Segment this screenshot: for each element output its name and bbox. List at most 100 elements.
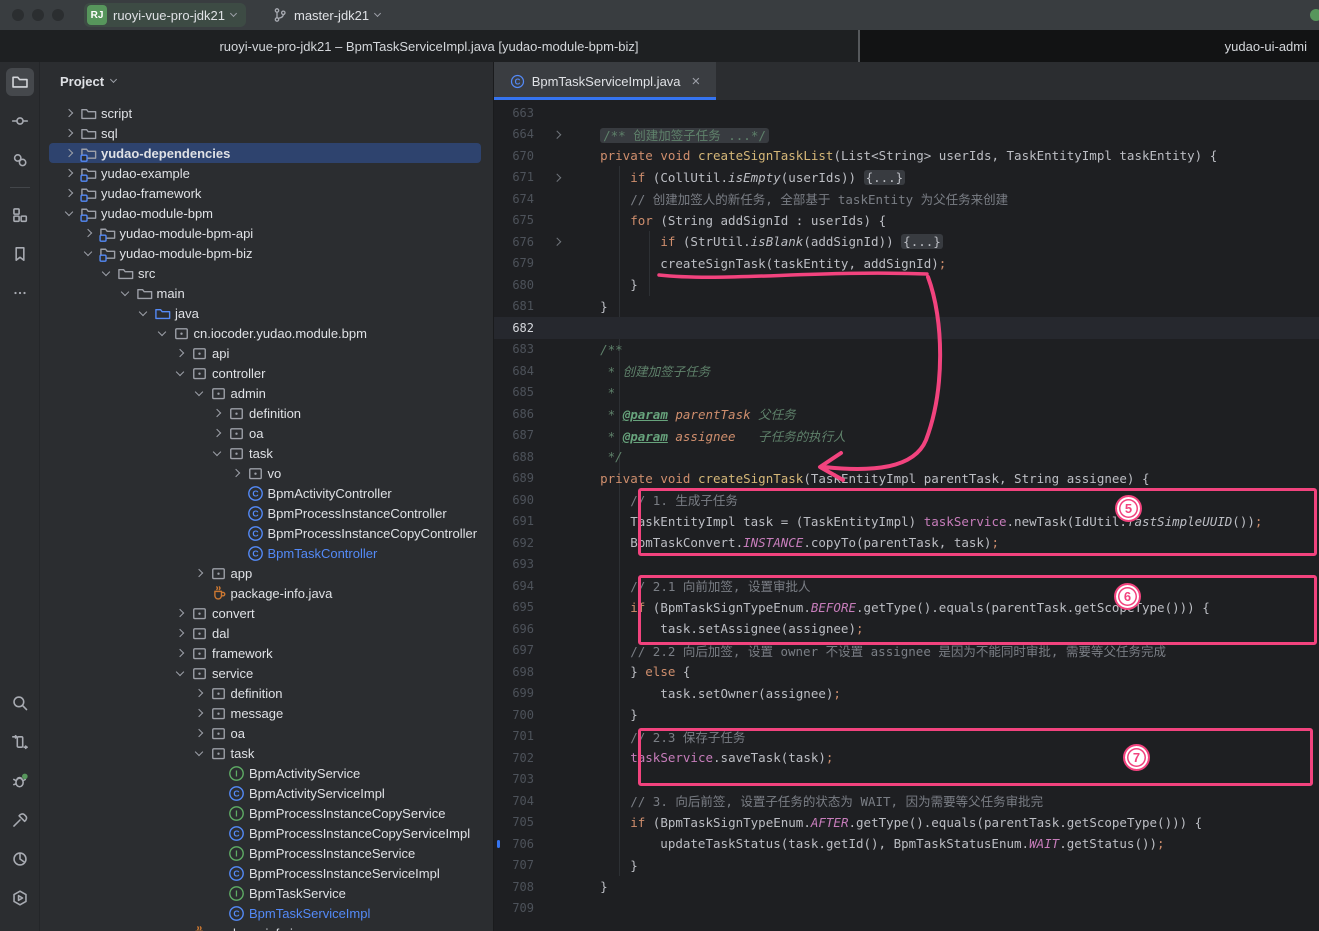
tree-item-definition[interactable]: definition (40, 683, 493, 703)
code-line-709[interactable]: 709 (494, 898, 1319, 920)
tree-item-package-info.java[interactable]: package-info.java (40, 583, 493, 603)
chevron-collapsed-icon[interactable] (60, 103, 78, 123)
code-line-702[interactable]: 702 taskService.saveTask(task); (494, 747, 1319, 769)
chevron-collapsed-icon[interactable] (60, 143, 78, 163)
chevron-collapsed-icon[interactable] (171, 623, 189, 643)
code-line-707[interactable]: 707 } (494, 855, 1319, 877)
debug-icon[interactable] (6, 767, 34, 795)
tab-bpmtaskserviceimpl[interactable]: C BpmTaskServiceImpl.java × (494, 62, 716, 100)
tree-item-package-info.java[interactable]: package-info.java (40, 923, 493, 931)
code-line-688[interactable]: 688 */ (494, 446, 1319, 468)
tree-item-bpmactivityservice[interactable]: IBpmActivityService (40, 763, 493, 783)
tree-item-bpmprocessinstancecopyservice[interactable]: IBpmProcessInstanceCopyService (40, 803, 493, 823)
code-line-682[interactable]: 682 (494, 317, 1319, 339)
code-line-670[interactable]: 670 private void createSignTaskList(List… (494, 145, 1319, 167)
code-line-675[interactable]: 675 for (String addSignId : userIds) { (494, 210, 1319, 232)
tree-item-yudao-framework[interactable]: yudao-framework (40, 183, 493, 203)
more-icon[interactable] (6, 279, 34, 307)
tree-item-java[interactable]: java (40, 303, 493, 323)
tree-item-script[interactable]: script (40, 103, 493, 123)
code-line-706[interactable]: 706 updateTaskStatus(task.getId(), BpmTa… (494, 833, 1319, 855)
code-line-700[interactable]: 700 } (494, 704, 1319, 726)
chevron-collapsed-icon[interactable] (208, 423, 226, 443)
tree-item-cn.iocoder.yudao.module.bpm[interactable]: cn.iocoder.yudao.module.bpm (40, 323, 493, 343)
chevron-expanded-icon[interactable] (171, 663, 189, 683)
code-line-686[interactable]: 686 * @param parentTask 父任务 (494, 403, 1319, 425)
tree-item-yudao-module-bpm-api[interactable]: yudao-module-bpm-api (40, 223, 493, 243)
tree-item-definition[interactable]: definition (40, 403, 493, 423)
chevron-collapsed-icon[interactable] (171, 643, 189, 663)
chevron-collapsed-icon[interactable] (190, 703, 208, 723)
code-line-701[interactable]: 701 // 2.3 保存子任务 (494, 726, 1319, 748)
code-line-683[interactable]: 683 /** (494, 339, 1319, 361)
tree-item-app[interactable]: app (40, 563, 493, 583)
code-line-691[interactable]: 691 TaskEntityImpl task = (TaskEntityImp… (494, 511, 1319, 533)
project-selector[interactable]: RJ ruoyi-vue-pro-jdk21 (84, 3, 246, 27)
fold-arrow-icon[interactable] (544, 132, 570, 138)
code-line-696[interactable]: 696 task.setAssignee(assignee); (494, 618, 1319, 640)
tree-item-bpmtaskserviceimpl[interactable]: CBpmTaskServiceImpl (40, 903, 493, 923)
code-line-689[interactable]: 689 private void createSignTask(TaskEnti… (494, 468, 1319, 490)
fold-arrow-icon[interactable] (544, 239, 570, 245)
tree-item-yudao-dependencies[interactable]: yudao-dependencies (40, 143, 493, 163)
tree-item-yudao-module-bpm-biz[interactable]: yudao-module-bpm-biz (40, 243, 493, 263)
tree-item-framework[interactable]: framework (40, 643, 493, 663)
code-line-705[interactable]: 705 if (BpmTaskSignTypeEnum.AFTER.getTyp… (494, 812, 1319, 834)
code-line-684[interactable]: 684 * 创建加签子任务 (494, 360, 1319, 382)
tree-item-bpmtaskservice[interactable]: IBpmTaskService (40, 883, 493, 903)
tree-item-bpmprocessinstancecontroller[interactable]: CBpmProcessInstanceController (40, 503, 493, 523)
run-icon[interactable] (6, 884, 34, 912)
tree-item-task[interactable]: task (40, 743, 493, 763)
tree-item-bpmactivityserviceimpl[interactable]: CBpmActivityServiceImpl (40, 783, 493, 803)
code-line-692[interactable]: 692 BpmTaskConvert.INSTANCE.copyTo(paren… (494, 532, 1319, 554)
chevron-expanded-icon[interactable] (116, 283, 134, 303)
code-editor[interactable]: 663664 /** 创建加签子任务 ...*/670 private void… (494, 100, 1319, 931)
tree-item-api[interactable]: api (40, 343, 493, 363)
tree-item-oa[interactable]: oa (40, 723, 493, 743)
tree-item-bpmprocessinstancecopycontroller[interactable]: CBpmProcessInstanceCopyController (40, 523, 493, 543)
code-line-679[interactable]: 679 createSignTask(taskEntity, addSignId… (494, 253, 1319, 275)
chevron-collapsed-icon[interactable] (79, 223, 97, 243)
tree-item-src[interactable]: src (40, 263, 493, 283)
code-line-693[interactable]: 693 (494, 554, 1319, 576)
code-line-687[interactable]: 687 * @param assignee 子任务的执行人 (494, 425, 1319, 447)
chevron-collapsed-icon[interactable] (190, 563, 208, 583)
tree-item-bpmactivitycontroller[interactable]: CBpmActivityController (40, 483, 493, 503)
tree-item-bpmprocessinstanceserviceimpl[interactable]: CBpmProcessInstanceServiceImpl (40, 863, 493, 883)
bookmarks-icon[interactable] (6, 240, 34, 268)
services-icon[interactable] (6, 728, 34, 756)
build-icon[interactable] (6, 806, 34, 834)
chevron-collapsed-icon[interactable] (60, 183, 78, 203)
chevron-collapsed-icon[interactable] (60, 123, 78, 143)
chevron-expanded-icon[interactable] (190, 743, 208, 763)
code-line-703[interactable]: 703 (494, 769, 1319, 791)
chevron-collapsed-icon[interactable] (60, 163, 78, 183)
zoom-window-icon[interactable] (52, 9, 64, 21)
chevron-collapsed-icon[interactable] (190, 683, 208, 703)
chevron-collapsed-icon[interactable] (208, 403, 226, 423)
code-line-708[interactable]: 708 } (494, 876, 1319, 898)
tree-item-sql[interactable]: sql (40, 123, 493, 143)
project-panel-header[interactable]: Project (40, 62, 493, 100)
background-window-title[interactable]: yudao-ui-admi (858, 30, 1319, 62)
chevron-expanded-icon[interactable] (60, 203, 78, 223)
structure-icon[interactable] (6, 201, 34, 229)
code-line-704[interactable]: 704 // 3. 向后前签, 设置子任务的状态为 WAIT, 因为需要等父任务… (494, 790, 1319, 812)
code-line-685[interactable]: 685 * (494, 382, 1319, 404)
tree-item-yudao-example[interactable]: yudao-example (40, 163, 493, 183)
close-window-icon[interactable] (12, 9, 24, 21)
chevron-collapsed-icon[interactable] (227, 463, 245, 483)
chevron-expanded-icon[interactable] (153, 323, 171, 343)
chevron-expanded-icon[interactable] (208, 443, 226, 463)
code-line-681[interactable]: 681 } (494, 296, 1319, 318)
chevron-expanded-icon[interactable] (134, 303, 152, 323)
branch-selector[interactable]: master-jdk21 (272, 7, 380, 23)
close-tab-icon[interactable]: × (692, 73, 701, 90)
tree-item-vo[interactable]: vo (40, 463, 493, 483)
chevron-collapsed-icon[interactable] (190, 723, 208, 743)
fold-arrow-icon[interactable] (544, 175, 570, 181)
code-line-674[interactable]: 674 // 创建加签人的新任务, 全部基于 taskEntity 为父任务来创… (494, 188, 1319, 210)
profiler-icon[interactable] (6, 845, 34, 873)
code-line-695[interactable]: 695 if (BpmTaskSignTypeEnum.BEFORE.getTy… (494, 597, 1319, 619)
tree-item-service[interactable]: service (40, 663, 493, 683)
